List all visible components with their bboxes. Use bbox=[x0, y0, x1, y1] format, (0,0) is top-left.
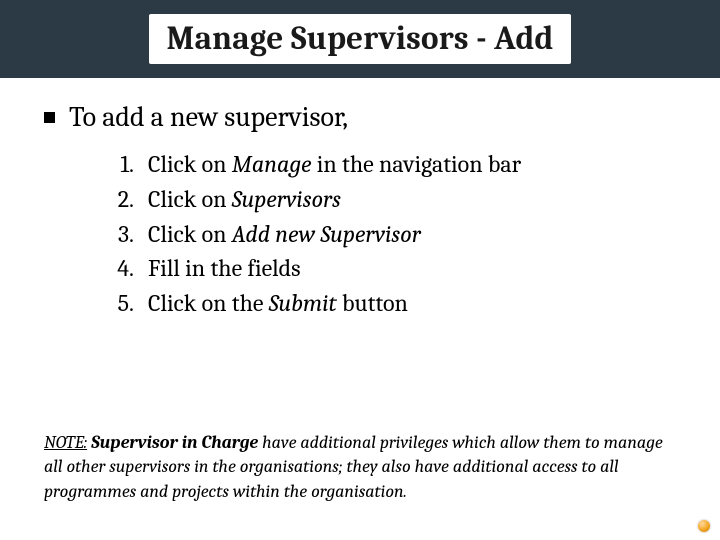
step-pre: Click on bbox=[148, 150, 232, 178]
step-number: 5. bbox=[112, 286, 134, 321]
step-pre: Click on the bbox=[148, 289, 269, 317]
corner-dot-icon bbox=[698, 520, 710, 532]
lead-row: To add a new supervisor, bbox=[44, 100, 676, 135]
list-item: 1. Click on Manage in the navigation bar bbox=[112, 147, 676, 182]
bullet-square-icon bbox=[44, 112, 55, 123]
step-pre: Click on bbox=[148, 185, 232, 213]
step-text: Click on Supervisors bbox=[148, 182, 341, 217]
step-text: Fill in the fields bbox=[148, 251, 301, 286]
title-band: Manage Supervisors - Add bbox=[0, 0, 720, 78]
step-text: Click on Manage in the navigation bar bbox=[148, 147, 521, 182]
step-number: 3. bbox=[112, 217, 134, 252]
step-text: Click on Add new Supervisor bbox=[148, 217, 421, 252]
step-post: in the navigation bar bbox=[311, 150, 521, 178]
title-box: Manage Supervisors - Add bbox=[149, 14, 572, 64]
content-area: To add a new supervisor, 1. Click on Man… bbox=[0, 78, 720, 321]
step-em: Manage bbox=[232, 150, 312, 178]
page-title: Manage Supervisors - Add bbox=[167, 20, 554, 58]
step-text: Click on the Submit button bbox=[148, 286, 408, 321]
step-pre: Fill in the fields bbox=[148, 254, 301, 282]
list-item: 2. Click on Supervisors bbox=[112, 182, 676, 217]
slide: Manage Supervisors - Add To add a new su… bbox=[0, 0, 720, 540]
note-strong: Supervisor in Charge bbox=[91, 432, 258, 453]
list-item: 4. Fill in the fields bbox=[112, 251, 676, 286]
step-number: 2. bbox=[112, 182, 134, 217]
note-label: NOTE: bbox=[44, 432, 87, 453]
list-item: 3. Click on Add new Supervisor bbox=[112, 217, 676, 252]
note-paragraph: NOTE: Supervisor in Charge have addition… bbox=[44, 431, 676, 504]
step-em: Supervisors bbox=[232, 185, 341, 213]
step-em: Add new Supervisor bbox=[232, 220, 421, 248]
step-number: 4. bbox=[112, 251, 134, 286]
step-number: 1. bbox=[112, 147, 134, 182]
step-pre: Click on bbox=[148, 220, 232, 248]
list-item: 5. Click on the Submit button bbox=[112, 286, 676, 321]
step-post: button bbox=[337, 289, 408, 317]
steps-list: 1. Click on Manage in the navigation bar… bbox=[112, 147, 676, 321]
step-em: Submit bbox=[269, 289, 337, 317]
lead-text: To add a new supervisor, bbox=[69, 100, 348, 135]
